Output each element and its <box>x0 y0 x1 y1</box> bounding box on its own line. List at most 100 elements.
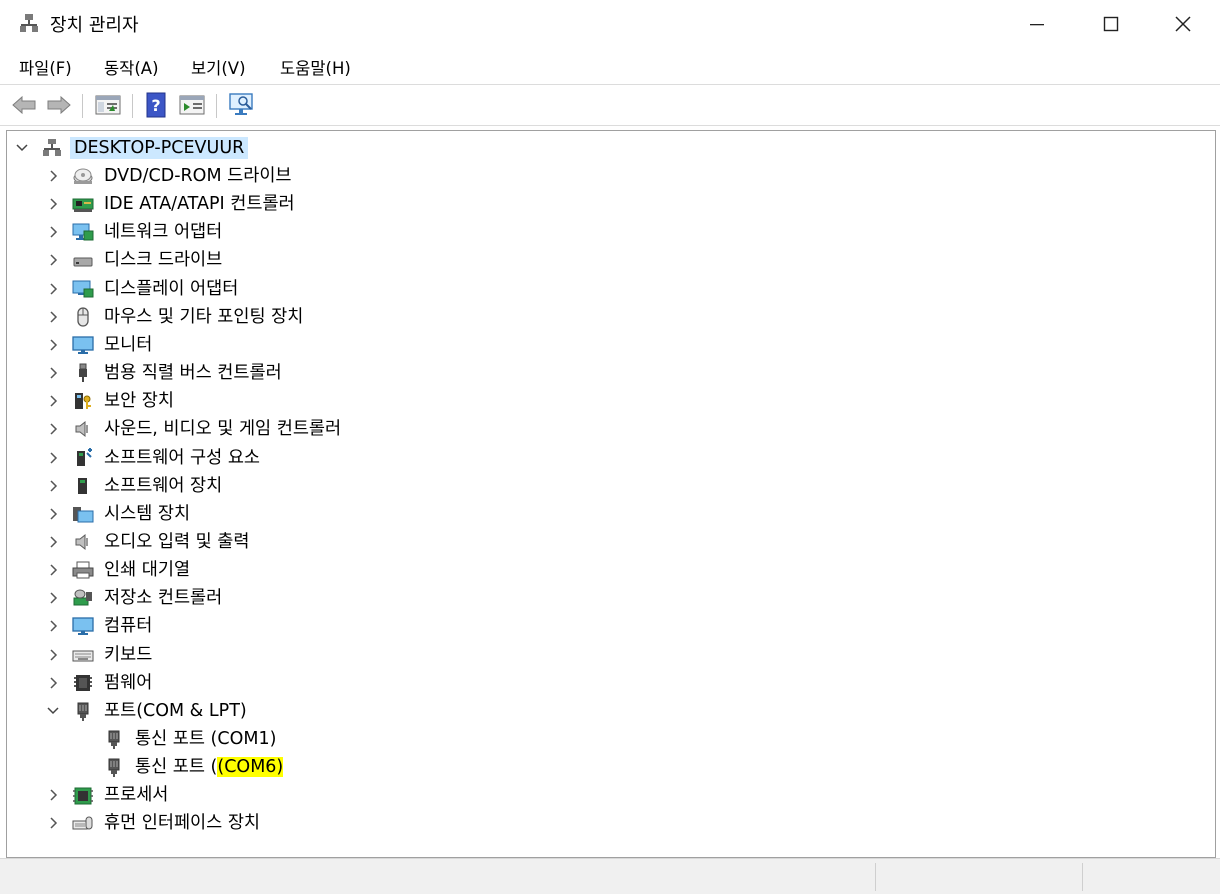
tree-category[interactable]: 마우스 및 기타 포인팅 장치 <box>7 304 1207 330</box>
properties-pane-button[interactable] <box>94 91 122 119</box>
chevron-right-icon[interactable] <box>44 223 62 241</box>
tree-category-label[interactable]: 범용 직렬 버스 컨트롤러 <box>104 363 282 383</box>
maximize-button[interactable] <box>1074 0 1148 48</box>
device-tree: DESKTOP-PCEVUUR DVD/CD-ROM 드라이브 IDE ATA/A… <box>6 130 1216 858</box>
chevron-right-icon[interactable] <box>44 420 62 438</box>
hid-icon <box>72 816 93 830</box>
tree-category[interactable]: 시스템 장치 <box>7 501 1207 527</box>
tree-category[interactable]: 모니터 <box>7 332 1207 358</box>
chevron-right-icon[interactable] <box>44 308 62 326</box>
chevron-right-icon[interactable] <box>44 449 62 467</box>
chevron-right-icon[interactable] <box>44 364 62 382</box>
tree-category[interactable]: 펌웨어 <box>7 670 1207 696</box>
tree-category[interactable]: 소프트웨어 구성 요소 <box>7 445 1207 471</box>
tree-category-label[interactable]: 저장소 컨트롤러 <box>104 588 222 608</box>
tree-category[interactable]: 프로세서 <box>7 782 1207 808</box>
tree-category-label[interactable]: 포트(COM & LPT) <box>104 701 247 721</box>
minimize-icon <box>1030 24 1044 26</box>
tree-category-label[interactable]: 디스플레이 어댑터 <box>104 279 238 299</box>
port-icon <box>77 702 89 721</box>
tree-category-label[interactable]: 보안 장치 <box>104 391 174 411</box>
device-name-prefix: 통신 포트 <box>135 729 205 749</box>
chevron-right-icon[interactable] <box>44 533 62 551</box>
scan-hardware-button[interactable] <box>228 91 256 119</box>
chevron-right-icon[interactable] <box>44 336 62 354</box>
root-computer-name[interactable]: DESKTOP-PCEVUUR <box>70 137 249 159</box>
tree-category[interactable]: DVD/CD-ROM 드라이브 <box>7 163 1207 189</box>
network-adapter-icon <box>72 223 94 241</box>
chevron-down-icon[interactable] <box>44 702 62 720</box>
chevron-right-icon[interactable] <box>44 646 62 664</box>
chevron-right-icon[interactable] <box>44 561 62 579</box>
menu-file[interactable]: 파일(F) <box>19 55 72 79</box>
tree-category[interactable]: 보안 장치 <box>7 388 1207 414</box>
tree-category[interactable]: 네트워크 어댑터 <box>7 219 1207 245</box>
tree-category-label[interactable]: 소프트웨어 장치 <box>104 476 222 496</box>
tree-category-label[interactable]: IDE ATA/ATAPI 컨트롤러 <box>104 194 295 214</box>
chevron-right-icon[interactable] <box>44 167 62 185</box>
tree-category-label[interactable]: 인쇄 대기열 <box>104 560 190 580</box>
tree-category[interactable]: IDE ATA/ATAPI 컨트롤러 <box>7 191 1207 217</box>
computer-icon <box>72 617 94 636</box>
tree-category-label[interactable]: 사운드, 비디오 및 게임 컨트롤러 <box>104 419 341 439</box>
tree-category[interactable]: 오디오 입력 및 출력 <box>7 529 1207 555</box>
chevron-right-icon[interactable] <box>44 674 62 692</box>
chevron-right-icon[interactable] <box>44 786 62 804</box>
tree-category[interactable]: 범용 직렬 버스 컨트롤러 <box>7 360 1207 386</box>
tree-device-label[interactable]: 통신 포트 ((COM6) <box>135 757 284 778</box>
chevron-down-icon[interactable] <box>13 139 31 157</box>
tree-category[interactable]: 컴퓨터 <box>7 613 1207 639</box>
menu-action[interactable]: 동작(A) <box>104 55 159 79</box>
tree-category-label[interactable]: 휴먼 인터페이스 장치 <box>104 813 260 833</box>
tree-category[interactable]: 휴먼 인터페이스 장치 <box>7 810 1207 836</box>
back-button[interactable] <box>10 91 38 119</box>
tree-category[interactable]: 저장소 컨트롤러 <box>7 585 1207 611</box>
tree-category-label[interactable]: 컴퓨터 <box>104 616 152 636</box>
tree-category-label[interactable]: 키보드 <box>104 645 152 665</box>
tree-root[interactable]: DESKTOP-PCEVUUR <box>7 135 1207 161</box>
tree-category-label[interactable]: DVD/CD-ROM 드라이브 <box>104 166 292 186</box>
tree-device[interactable]: 통신 포트 ((COM6) <box>7 754 1207 780</box>
tree-category[interactable]: 인쇄 대기열 <box>7 557 1207 583</box>
toolbar: ? <box>0 84 1220 126</box>
chevron-right-icon[interactable] <box>44 617 62 635</box>
processor-icon <box>73 787 93 805</box>
tree-category-label[interactable]: 오디오 입력 및 출력 <box>104 532 250 552</box>
chevron-right-icon[interactable] <box>44 280 62 298</box>
run-icon <box>179 95 205 115</box>
tree-category[interactable]: 소프트웨어 장치 <box>7 473 1207 499</box>
forward-button[interactable] <box>45 91 73 119</box>
storage-controller-icon <box>73 589 92 606</box>
tree-category-label[interactable]: 디스크 드라이브 <box>104 250 222 270</box>
tree-device-label[interactable]: 통신 포트 (COM1) <box>135 729 276 749</box>
chevron-right-icon[interactable] <box>44 195 62 213</box>
tree-category-label[interactable]: 시스템 장치 <box>104 504 190 524</box>
chevron-right-icon[interactable] <box>44 251 62 269</box>
chevron-right-icon[interactable] <box>44 477 62 495</box>
menu-help[interactable]: 도움말(H) <box>280 55 351 79</box>
menu-view[interactable]: 보기(V) <box>191 55 246 79</box>
chevron-right-icon[interactable] <box>44 589 62 607</box>
tree-category-label[interactable]: 마우스 및 기타 포인팅 장치 <box>104 307 303 327</box>
chevron-right-icon[interactable] <box>44 814 62 832</box>
tree-category[interactable]: 포트(COM & LPT) <box>7 698 1207 724</box>
tree-device[interactable]: 통신 포트 (COM1) <box>7 726 1207 752</box>
tree-category-label[interactable]: 네트워크 어댑터 <box>104 222 222 242</box>
tree-category[interactable]: 키보드 <box>7 642 1207 668</box>
help-icon: ? <box>146 92 166 118</box>
toolbar-separator <box>82 94 83 118</box>
tree-category-label[interactable]: 펌웨어 <box>104 673 152 693</box>
help-button[interactable]: ? <box>142 91 170 119</box>
tree-category-label[interactable]: 모니터 <box>104 335 152 355</box>
tree-category[interactable]: 사운드, 비디오 및 게임 컨트롤러 <box>7 416 1207 442</box>
chevron-right-icon[interactable] <box>44 505 62 523</box>
run-button[interactable] <box>178 91 206 119</box>
minimize-button[interactable] <box>1000 0 1074 48</box>
tree-category[interactable]: 디스플레이 어댑터 <box>7 276 1207 302</box>
chevron-right-icon[interactable] <box>44 392 62 410</box>
close-button[interactable] <box>1146 0 1220 48</box>
tree-category-label[interactable]: 프로세서 <box>104 785 168 805</box>
computer-root-icon <box>43 139 61 156</box>
tree-category-label[interactable]: 소프트웨어 구성 요소 <box>104 448 260 468</box>
tree-category[interactable]: 디스크 드라이브 <box>7 247 1207 273</box>
